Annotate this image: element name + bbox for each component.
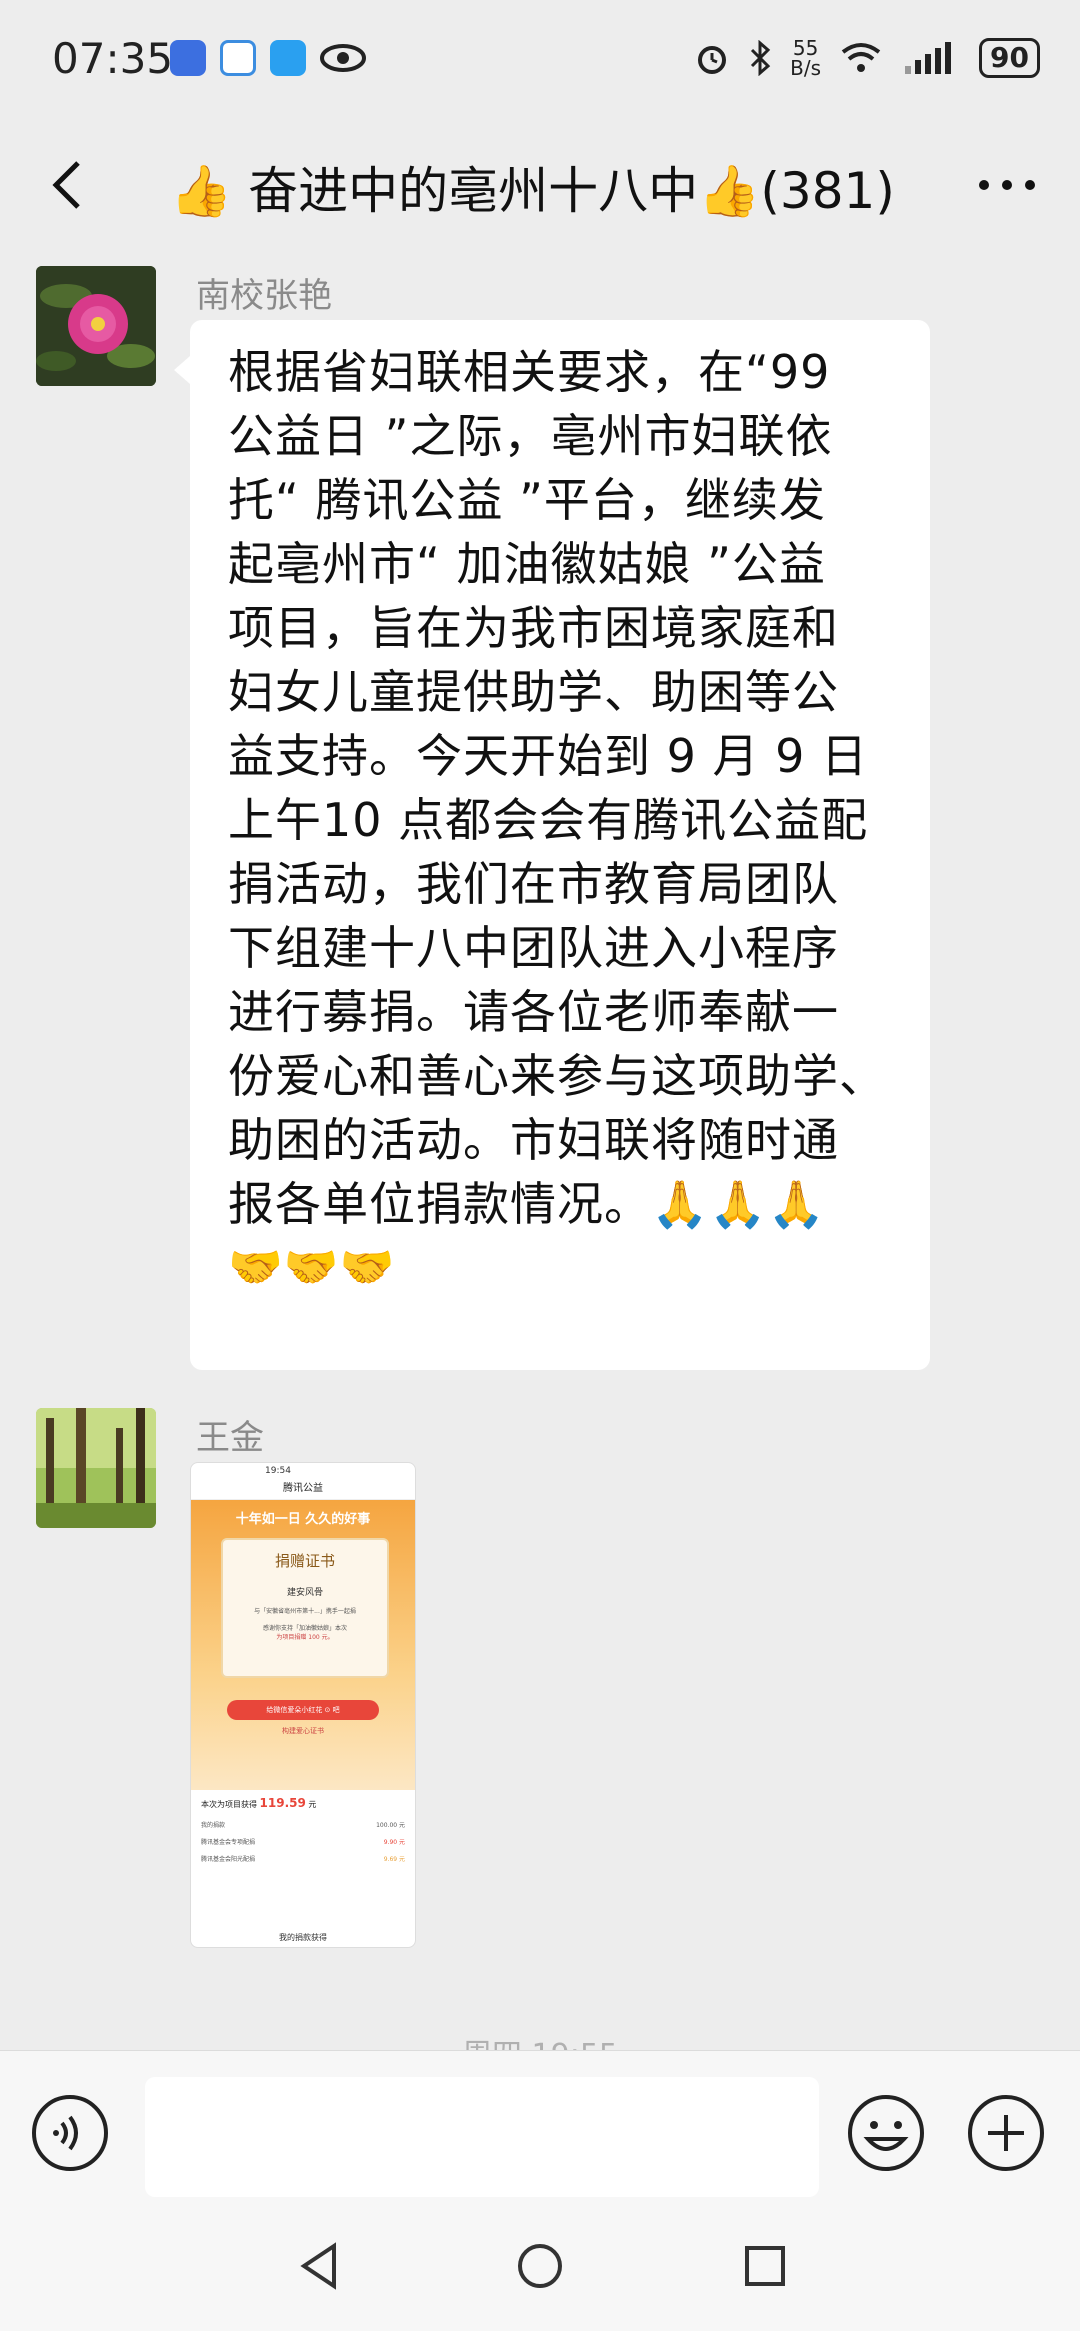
- sender-name: 王金: [196, 1418, 264, 1458]
- message-line: 捐活动，我们在市教育局团队: [228, 857, 839, 911]
- notification-icons: [170, 40, 366, 76]
- message-bubble[interactable]: 根据省妇联相关要求，在“99 公益日 ”之际，亳州市妇联依 托“ 腾讯公益 ”平…: [174, 320, 930, 1370]
- status-time: 07:35: [52, 34, 174, 83]
- message-line: 项目，旨在为我市困境家庭和: [228, 601, 839, 655]
- message-line: 份爱心和善心来参与这项助学、: [228, 1049, 886, 1103]
- wifi-icon: [841, 43, 881, 72]
- message-line: 助困的活动。市妇联将随时通: [228, 1113, 839, 1167]
- donation-banner: 十年如一日 久久的好事 捐赠证书 建安风骨 与「安徽省亳州市第十...」携手一起…: [191, 1500, 415, 1790]
- net-speed: 55 B/s: [790, 36, 822, 80]
- system-nav-bar: [0, 2200, 1080, 2331]
- detail-row: 腾讯基金会阳光配捐 9.69 元: [201, 1856, 405, 1863]
- flower-avatar-icon: [36, 266, 156, 386]
- message-line: 根据省妇联相关要求，在“99: [228, 345, 831, 399]
- image-message[interactable]: 19:54 腾讯公益 十年如一日 久久的好事 捐赠证书 建安风骨 与「安徽省亳州…: [190, 1462, 416, 1948]
- alarm-icon: [698, 46, 727, 74]
- cloud-notification-icon: [270, 40, 306, 76]
- more-options-icon[interactable]: [972, 155, 1042, 215]
- cert-line: 与「安徽省亳州市第十...」携手一起捐: [254, 1608, 356, 1615]
- detail-row: 腾讯基金会专项配捐 9.90 元: [201, 1839, 405, 1846]
- message-line: 妇女儿童提供助学、助困等公: [228, 665, 839, 719]
- avatar[interactable]: [36, 1408, 156, 1528]
- nav-recent-icon[interactable]: [735, 2236, 795, 2296]
- chat-notification-icon: [220, 40, 256, 76]
- signal-icon: [905, 42, 952, 74]
- bluetooth-icon: [751, 40, 771, 76]
- message-line: 下组建十八中团队进入小程序: [228, 921, 839, 975]
- message-line: 上午10 点都会会有腾讯公益配: [228, 793, 869, 847]
- cert-link: 构建爱心证书: [282, 1727, 324, 1735]
- cert-name: 建安风骨: [286, 1588, 323, 1598]
- plus-icon[interactable]: [966, 2093, 1046, 2173]
- message-line: 🤝🤝🤝: [228, 1242, 396, 1293]
- banner-text: 十年如一日 久久的好事: [235, 1512, 371, 1527]
- message-line: 益支持。今天开始到 9 月 9 日: [228, 729, 869, 783]
- detail-row: 我的捐款 100.00 元: [201, 1822, 405, 1829]
- input-bar: [0, 2050, 1080, 2201]
- message-line: 报各单位捐款情况。🙏🙏🙏: [228, 1177, 826, 1231]
- message-line: 公益日 ”之际，亳州市妇联依: [228, 409, 833, 463]
- chat-title: 👍 奋进中的亳州十八中👍(381): [170, 162, 895, 220]
- phone-screenshot: 19:54 腾讯公益 十年如一日 久久的好事 捐赠证书 建安风骨 与「安徽省亳州…: [191, 1463, 415, 1947]
- red-flower-button: 给微信爱朵小红花 ⊙ 吧: [227, 1700, 379, 1720]
- cert-line: 感谢你支持「加油徽姑娘」本次: [262, 1625, 347, 1632]
- certificate-card: 捐赠证书 建安风骨 与「安徽省亳州市第十...」携手一起捐 感谢你支持「加油徽姑…: [221, 1538, 389, 1678]
- back-arrow-icon[interactable]: [40, 155, 100, 215]
- cert-title: 捐赠证书: [274, 1552, 335, 1570]
- cert-line: 为项目捐赠 100 元。: [276, 1634, 334, 1641]
- message-line: 起亳州市“ 加油徽姑娘 ”公益: [228, 537, 826, 591]
- eye-icon: [320, 44, 366, 72]
- message-input[interactable]: [145, 2077, 819, 2197]
- sender-name: 南校张艳: [196, 276, 332, 316]
- image-footer: 我的捐款获得: [279, 1933, 327, 1942]
- app-notification-icon: [170, 40, 206, 76]
- nav-home-icon[interactable]: [510, 2236, 570, 2296]
- voice-input-icon[interactable]: [30, 2093, 110, 2173]
- phone-time: 19:54: [265, 1466, 291, 1476]
- chat-header: 👍 奋进中的亳州十八中👍(381): [0, 125, 1080, 245]
- status-right: 55 B/s 90: [694, 38, 1040, 78]
- avatar[interactable]: [36, 266, 156, 386]
- emoji-icon[interactable]: [846, 2093, 926, 2173]
- status-bar: 07:35 55 B/s 90: [0, 0, 1080, 125]
- nav-back-icon[interactable]: [290, 2236, 350, 2296]
- message-line: 托“ 腾讯公益 ”平台，继续发: [228, 473, 826, 527]
- forest-avatar-icon: [36, 1408, 156, 1528]
- battery-indicator: 90: [979, 38, 1040, 78]
- message-line: 进行募捐。请各位老师奉献一: [228, 985, 839, 1039]
- total-row: 本次为项目获得 119.59 元: [201, 1796, 317, 1810]
- app-name: 腾讯公益: [191, 1479, 415, 1500]
